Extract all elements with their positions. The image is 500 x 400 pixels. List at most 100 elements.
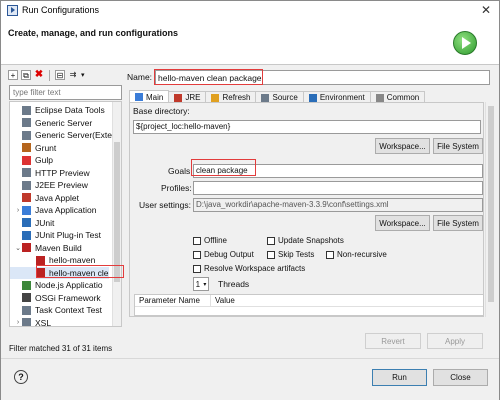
resolve-workspace-checkbox[interactable]: Resolve Workspace artifacts [193,264,305,273]
resolve-workspace-label: Resolve Workspace artifacts [204,264,306,273]
tree-item[interactable]: Eclipse Data Tools [10,104,105,116]
tree-item[interactable]: JUnit Plug-in Test [10,229,101,241]
main-tab-icon [135,93,143,101]
scrollbar-thumb[interactable] [488,106,494,302]
tree-item[interactable]: OSGi Framework [10,292,101,304]
close-window-icon[interactable]: ✕ [481,3,491,17]
tree-item[interactable]: Grunt [10,142,56,154]
data-tools-icon [22,105,31,115]
scrollbar-thumb[interactable] [114,142,120,282]
filter-input[interactable] [9,85,122,100]
maven-icon [36,255,45,265]
threads-spinner[interactable]: 1 ▾ [193,277,209,291]
checkbox-box[interactable] [267,250,275,259]
toolbar-separator [49,69,50,81]
offline-checkbox[interactable]: Offline [193,236,227,245]
name-label: Name: [127,72,153,82]
collapse-icon[interactable]: ⊟ [55,70,65,80]
filter-icon[interactable]: ⇉ [68,70,78,80]
profiles-label: Profiles: [161,183,192,193]
profiles-input[interactable] [193,181,483,195]
chevron-down-icon[interactable]: ▾ [203,281,206,288]
config-toolbar: + ⧉ ✖ ⊟ ⇉ ▾ [8,68,85,82]
tree-item-label: JUnit Plug-in Test [35,230,101,240]
param-name-header[interactable]: Parameter Name [135,295,211,306]
checkbox-box[interactable] [267,236,275,245]
checkbox-box[interactable] [193,250,201,259]
tree-item[interactable]: ⌄ Maven Build [10,242,82,254]
revert-button[interactable]: Revert [365,333,421,349]
user-settings-label: User settings: [139,200,191,210]
tree-item[interactable]: Generic Server(Exte [10,129,112,141]
non-recursive-checkbox[interactable]: Non-recursive [326,250,387,259]
tree-scrollbar[interactable] [112,102,121,326]
close-button[interactable]: Close [433,369,488,386]
name-highlight-box [154,69,263,85]
non-recursive-label: Non-recursive [337,250,387,259]
gulp-icon [22,155,31,165]
checkbox-box[interactable] [193,264,201,273]
base-dir-input[interactable]: ${project_loc:hello-maven} [133,120,481,134]
filter-status: Filter matched 31 of 31 items [9,344,113,353]
update-snapshots-checkbox[interactable]: Update Snapshots [267,236,344,245]
skip-tests-label: Skip Tests [278,250,315,259]
tree-item-label: JUnit [35,217,55,228]
user-settings-input[interactable]: D:\java_workdir\apache-maven-3.3.9\conf\… [193,198,483,212]
skip-tests-checkbox[interactable]: Skip Tests [267,250,314,259]
goals-highlight-box [191,159,256,176]
file-system-button[interactable]: File System [433,138,483,154]
run-icon [453,31,477,55]
tree-item-label: Grunt [35,142,57,153]
workspace-settings-button[interactable]: Workspace... [375,215,430,231]
help-icon[interactable]: ? [14,370,28,384]
tree-item[interactable]: Generic Server [10,117,92,129]
tree-item-label: Task Context Test [35,305,102,315]
tree-item[interactable]: Java Applet [10,192,79,204]
run-configurations-window: Run Configurations ✕ Create, manage, and… [0,0,500,400]
duplicate-icon[interactable]: ⧉ [21,70,31,80]
checkbox-box[interactable] [193,236,201,245]
chevron-down-icon[interactable]: ⌄ [14,244,22,252]
param-value-header[interactable]: Value [211,295,483,306]
junit-icon [22,218,31,227]
tree-item-label: Generic Server [35,117,93,128]
panel-scrollbar[interactable] [485,102,495,317]
tab-label: Source [272,93,298,102]
file-system-settings-button[interactable]: File System [433,215,483,231]
tree-item[interactable]: Task Context Test [10,304,102,316]
tree-item-label: Maven Build [35,242,82,253]
apply-button[interactable]: Apply [427,333,483,349]
tree-item[interactable]: Gulp [10,154,53,166]
threads-label: Threads [218,279,250,289]
debug-output-checkbox[interactable]: Debug Output [193,250,254,259]
tree-item[interactable]: › Java Application [10,204,97,216]
tab-label: Environment [319,93,365,102]
chevron-down-icon[interactable]: ▾ [81,71,85,79]
applet-icon [22,193,31,202]
tree-item[interactable]: J2EE Preview [10,179,88,191]
base-dir-label: Base directory: [133,106,190,116]
main-tab-panel: Base directory: ${project_loc:hello-mave… [129,102,484,317]
dialog-header: Create, manage, and run configurations [1,19,499,65]
environment-tab-icon [308,93,317,102]
tree-item-label: Java Applet [35,192,79,203]
delete-icon[interactable]: ✖ [34,70,44,80]
tree-item-label: Generic Server(Exte [35,130,112,140]
source-tab-icon [261,93,270,102]
chevron-right-icon[interactable]: › [14,207,22,214]
new-config-icon[interactable]: + [8,70,18,80]
update-snapshots-label: Update Snapshots [278,236,344,245]
workspace-button[interactable]: Workspace... [375,138,430,154]
parameters-table: Parameter Name Value [134,294,484,316]
chevron-right-icon[interactable]: › [14,319,22,326]
eclipse-run-icon [7,4,18,16]
tree-item[interactable]: Node.js Applicatio [10,279,103,291]
tree-item-label: Java Application [35,205,97,215]
tree-item[interactable]: › XSL [10,317,51,326]
tree-item[interactable]: JUnit [10,217,54,229]
checkbox-box[interactable] [326,250,334,259]
jre-tab-icon [174,93,183,102]
tree-item[interactable]: HTTP Preview [10,167,90,179]
run-button[interactable]: Run [372,369,427,386]
osgi-icon [22,293,31,302]
